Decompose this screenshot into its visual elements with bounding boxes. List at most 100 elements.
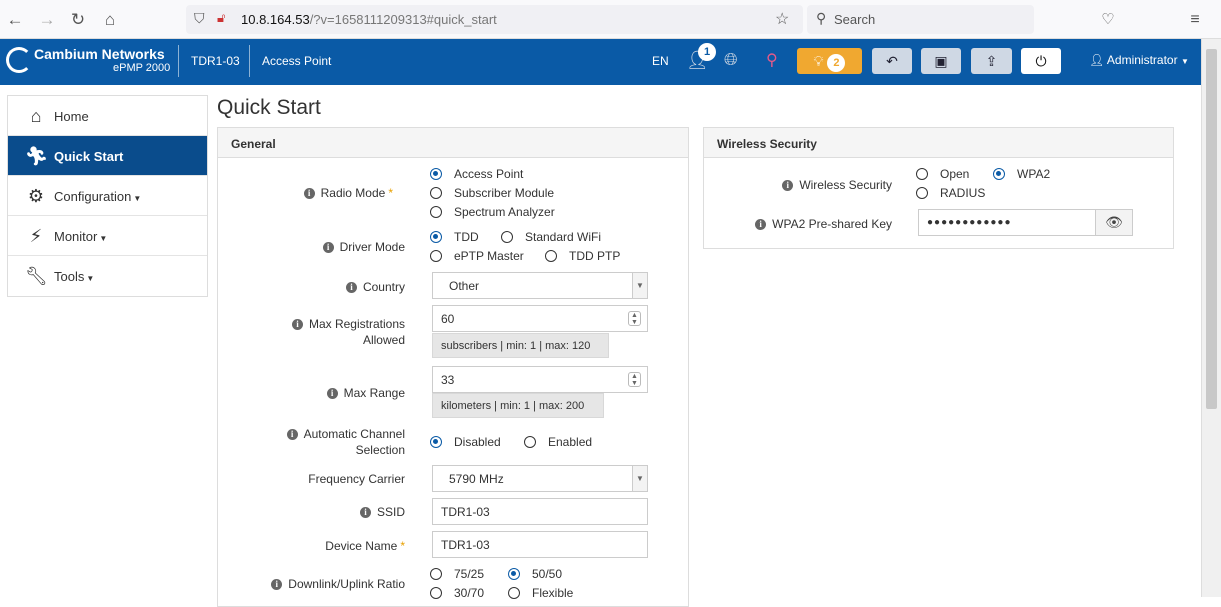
psk-input[interactable]: ●●●●●●●●●●●●: [918, 209, 1096, 236]
device-name-label-text: Device Name: [325, 539, 398, 553]
country-select[interactable]: Other ▼: [432, 272, 648, 299]
required-marker: *: [388, 186, 393, 200]
ssid-label-text: SSID: [376, 505, 405, 519]
reboot-button[interactable]: ⇪: [971, 48, 1012, 74]
url-host: 10.8.164.53: [241, 12, 310, 27]
device-name-label: Device Name *: [218, 538, 405, 554]
reload-icon[interactable]: ↻: [67, 9, 89, 31]
cambium-logo-icon: [6, 47, 32, 73]
caret-down-icon: ▼: [99, 234, 108, 243]
radio-dot[interactable]: [501, 231, 513, 243]
max-registrations-value: 60: [441, 312, 455, 326]
info-icon[interactable]: i: [303, 188, 315, 200]
page-scrollbar[interactable]: [1201, 39, 1221, 597]
sidebar-item-quick-start[interactable]: 🏃︎ Quick Start: [8, 136, 207, 176]
info-icon[interactable]: i: [271, 579, 283, 591]
info-icon[interactable]: i: [755, 219, 767, 231]
stepper-icon[interactable]: ▲ ▼: [628, 311, 641, 326]
power-button[interactable]: ⏻: [1021, 48, 1061, 74]
sidebar-item-configuration[interactable]: ⚙ Configuration ▼: [8, 176, 207, 216]
radio-dot[interactable]: [430, 187, 442, 199]
running-man-icon: 🏃︎: [25, 146, 48, 166]
info-icon[interactable]: i: [286, 429, 298, 441]
page-title: Quick Start: [217, 96, 321, 119]
radio-label: ePTP Master: [454, 249, 524, 263]
info-icon[interactable]: i: [782, 180, 794, 192]
radio-dot[interactable]: [430, 568, 442, 580]
radio-dot[interactable]: [545, 250, 557, 262]
chevron-down-icon: ▼: [632, 466, 647, 491]
language-selector[interactable]: EN: [652, 54, 669, 68]
globe-icon[interactable]: 🌐︎: [724, 50, 738, 70]
info-icon[interactable]: i: [291, 319, 303, 331]
scrollbar-thumb[interactable]: [1206, 49, 1217, 409]
radio-dot[interactable]: [508, 587, 520, 599]
radio-dot[interactable]: [916, 168, 928, 180]
country-label: i Country: [218, 279, 405, 295]
radio-label: 75/25: [454, 567, 485, 581]
info-icon[interactable]: i: [345, 282, 357, 294]
stepper-icon[interactable]: ▲ ▼: [628, 372, 641, 387]
frequency-carrier-select[interactable]: 5790 MHz ▼: [432, 465, 648, 492]
sidebar-item-text: Configuration: [54, 189, 132, 204]
browser-home-icon[interactable]: ⌂: [99, 9, 121, 31]
sidebar-item-label: Home: [54, 109, 89, 124]
undo-button[interactable]: ↶: [872, 48, 912, 74]
pocket-icon[interactable]: ♡: [1097, 9, 1119, 31]
ssid-input[interactable]: TDR1-03: [432, 498, 648, 525]
search-icon: ⚲: [816, 10, 827, 26]
header-divider: [249, 45, 250, 77]
radio-dot[interactable]: [916, 187, 928, 199]
show-password-button[interactable]: 👁︎: [1095, 209, 1133, 236]
radio-dot[interactable]: [430, 231, 442, 243]
radio-label: Disabled: [454, 435, 501, 449]
app-header: Cambium Networks ePMP 2000 TDR1-03 Acces…: [0, 39, 1201, 85]
info-icon[interactable]: i: [322, 242, 334, 254]
radio-mode-label-text: Radio Mode: [320, 186, 386, 200]
sidebar-item-tools[interactable]: 🔧︎ Tools ▼: [8, 256, 207, 296]
sidebar-item-label: Configuration ▼: [54, 189, 141, 204]
max-registrations-input[interactable]: 60 ▲ ▼: [432, 305, 648, 332]
sidebar-nav: ⌂ Home 🏃︎ Quick Start ⚙ Configuration ▼ ⚡…: [7, 95, 208, 297]
psk-label: i WPA2 Pre-shared Key: [704, 216, 892, 232]
radio-dot[interactable]: [430, 206, 442, 218]
max-range-input[interactable]: 33 ▲ ▼: [432, 366, 648, 393]
back-arrow-icon[interactable]: ←: [4, 9, 26, 31]
alerts-button[interactable]: 💡︎ 2: [797, 48, 862, 74]
device-name-input[interactable]: TDR1-03: [432, 531, 648, 558]
menu-icon[interactable]: ≡: [1184, 9, 1206, 31]
info-icon[interactable]: i: [326, 388, 338, 400]
upload-icon: ⇪: [985, 53, 998, 69]
driver-mode-label-text: Driver Mode: [339, 240, 405, 254]
location-pin-icon[interactable]: ⚲: [766, 50, 778, 70]
user-icon: 👤︎: [1089, 53, 1105, 67]
radio-label: Enabled: [548, 435, 593, 449]
forward-arrow-icon[interactable]: →: [36, 9, 58, 31]
user-menu[interactable]: 👤︎ Administrator ▼: [1089, 53, 1189, 67]
header-device-name: TDR1-03: [191, 54, 240, 68]
sidebar-item-home[interactable]: ⌂ Home: [8, 96, 207, 136]
country-value: Other: [449, 279, 480, 293]
max-registrations-label-line1: Max Registrations: [308, 317, 405, 331]
radio-label: Access Point: [454, 167, 524, 181]
power-icon: ⏻: [1035, 53, 1047, 69]
radio-dot[interactable]: [430, 587, 442, 599]
sidebar-item-monitor[interactable]: ⚡︎ Monitor ▼: [8, 216, 207, 256]
save-button[interactable]: ▣: [921, 48, 961, 74]
radio-dot[interactable]: [524, 436, 536, 448]
radio-dot[interactable]: [993, 168, 1005, 180]
browser-search-input[interactable]: ⚲ Search: [807, 5, 1034, 34]
frequency-carrier-label: Frequency Carrier: [308, 472, 405, 486]
wireless-security-label-text: Wireless Security: [799, 178, 892, 192]
radio-dot[interactable]: [430, 250, 442, 262]
bookmark-star-icon[interactable]: ☆: [775, 9, 789, 29]
radio-dot[interactable]: [430, 168, 442, 180]
url-bar[interactable]: ⛉ 🔓︎ 10.8.164.53/?v=1658111209313#quick_…: [186, 5, 803, 34]
radio-label: TDD: [454, 230, 479, 244]
url-text: 10.8.164.53/?v=1658111209313#quick_start: [241, 12, 497, 27]
max-range-hint: kilometers | min: 1 | max: 200: [432, 393, 604, 418]
radio-dot[interactable]: [430, 436, 442, 448]
radio-dot[interactable]: [508, 568, 520, 580]
max-range-value: 33: [441, 373, 455, 387]
info-icon[interactable]: i: [359, 507, 371, 519]
